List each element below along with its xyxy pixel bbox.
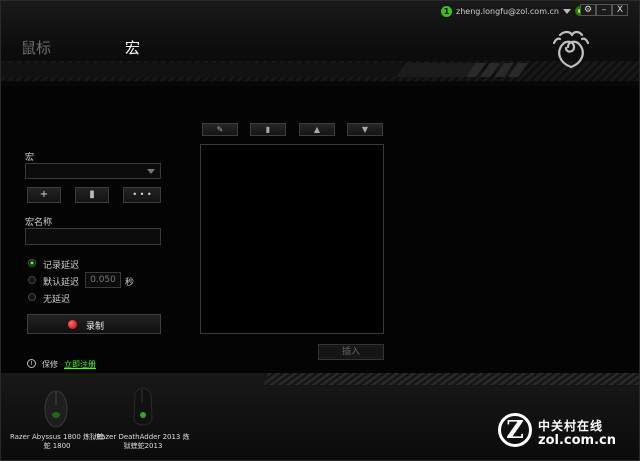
footer-stripes	[263, 373, 639, 385]
macro-name-label: 宏名称	[25, 218, 53, 228]
header: 鼠标 宏 1 zheng.longfu@zol.com.cn ⚙ – X	[1, 1, 639, 86]
record-button-label: 录制	[86, 322, 105, 332]
macro-section-label: 宏	[25, 153, 35, 163]
watermark-site: zol.com.cn	[538, 433, 616, 448]
default-delay-radio[interactable]	[28, 276, 36, 284]
info-icon: i	[27, 359, 36, 368]
delete-step-button[interactable]: ▮	[250, 123, 286, 136]
macro-name-field[interactable]	[25, 228, 161, 245]
default-delay-label: 默认延迟	[43, 278, 80, 288]
tab-macro[interactable]: 宏	[125, 37, 140, 58]
record-delay-label: 记录延迟	[43, 261, 80, 271]
delay-unit-label: 秒	[125, 278, 135, 288]
minimize-button[interactable]: –	[596, 4, 612, 16]
user-email[interactable]: zheng.longfu@zol.com.cn	[456, 7, 559, 16]
watermark-brand: 中关村在线	[538, 419, 604, 433]
tab-mouse[interactable]: 鼠标	[21, 37, 51, 58]
register-link[interactable]: 立即注册	[64, 359, 96, 370]
chevron-down-icon[interactable]	[563, 8, 571, 14]
delete-macro-button[interactable]: ▮	[75, 187, 109, 203]
mouse-deathadder-icon	[133, 388, 153, 426]
warranty-label: 保修	[42, 360, 58, 369]
chevron-down-icon	[147, 169, 155, 174]
user-status-icon: 1	[441, 5, 452, 17]
header-bar	[1, 63, 401, 77]
move-down-button[interactable]: ▼	[347, 123, 383, 136]
device-name: Razer Abyssus 1800 炼狱蝰蛇 1800	[9, 433, 105, 450]
more-options-button[interactable]: • • •	[123, 187, 161, 203]
no-delay-label: 无延迟	[43, 295, 71, 305]
zol-logo-icon: Z	[498, 413, 532, 447]
add-macro-button[interactable]: +	[27, 187, 61, 203]
settings-button[interactable]: ⚙	[580, 4, 596, 16]
close-button[interactable]: X	[612, 4, 628, 16]
record-delay-radio[interactable]	[28, 259, 36, 267]
macro-editor-list[interactable]	[200, 144, 384, 334]
user-bar[interactable]: 1 zheng.longfu@zol.com.cn	[441, 5, 585, 17]
device-name: Razer DeathAdder 2013 炼狱蝰蛇2013	[96, 433, 190, 450]
move-up-button[interactable]: ▲	[299, 123, 335, 136]
record-icon	[68, 320, 77, 329]
razer-logo-icon	[552, 30, 590, 69]
default-delay-field[interactable]: 0.050	[85, 272, 121, 288]
edit-button[interactable]: ✎	[202, 123, 238, 136]
record-button[interactable]: 录制	[27, 314, 161, 334]
window-controls: ⚙ – X	[580, 4, 628, 16]
header-accent-stripes	[466, 63, 528, 77]
zol-watermark: Z 中关村在线 zol.com.cn	[498, 411, 638, 459]
macro-select[interactable]	[25, 163, 161, 179]
mouse-abyssus-icon	[44, 390, 68, 428]
no-delay-radio[interactable]	[28, 293, 36, 301]
insert-button[interactable]: 插入	[318, 344, 384, 360]
synapse-window: 鼠标 宏 1 zheng.longfu@zol.com.cn ⚙ – X 宏 +…	[0, 0, 640, 461]
